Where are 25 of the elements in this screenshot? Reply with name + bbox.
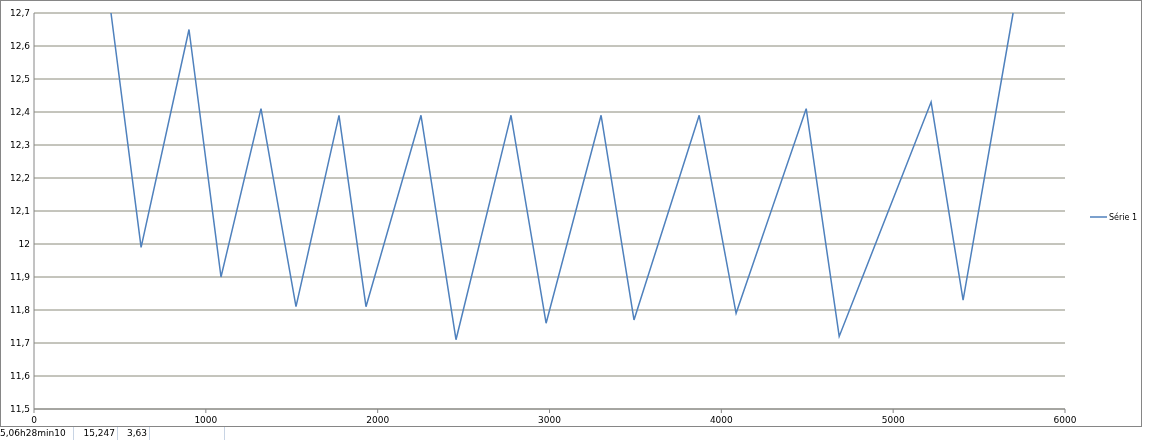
y-tick-label: 12,6 — [9, 41, 30, 51]
x-tick-label: 2000 — [366, 415, 390, 425]
y-tick-label: 12,1 — [9, 206, 30, 216]
y-tick-label: 11,5 — [9, 404, 30, 414]
x-tick-label: 3000 — [538, 415, 561, 425]
sheet-cell: 5,06h28min10 — [0, 427, 74, 440]
legend-item: Série 1 — [1089, 213, 1138, 222]
y-tick-label: 12,2 — [9, 173, 30, 183]
y-tick-label: 12,5 — [9, 74, 30, 84]
legend-label: Série 1 — [1109, 212, 1138, 222]
x-tick-label: 4000 — [709, 415, 733, 425]
y-tick-label: 11,7 — [9, 338, 30, 348]
sheet-cell: 15,247 — [74, 427, 118, 440]
y-tick-label: 12 — [18, 239, 30, 249]
x-tick-label: 6000 — [1053, 415, 1077, 425]
sheet-cell: 3,63 — [118, 427, 150, 440]
y-tick-label: 11,8 — [9, 305, 30, 315]
x-tick-label: 1000 — [194, 415, 218, 425]
x-tick-label: 0 — [31, 415, 37, 425]
y-tick-label: 12,3 — [9, 140, 30, 150]
x-tick-label: 5000 — [881, 415, 905, 425]
y-tick-label: 11,9 — [9, 272, 30, 282]
y-tick-label: 12,4 — [9, 107, 30, 117]
y-tick-label: 12,7 — [9, 8, 30, 18]
y-tick-label: 11,6 — [9, 371, 30, 381]
